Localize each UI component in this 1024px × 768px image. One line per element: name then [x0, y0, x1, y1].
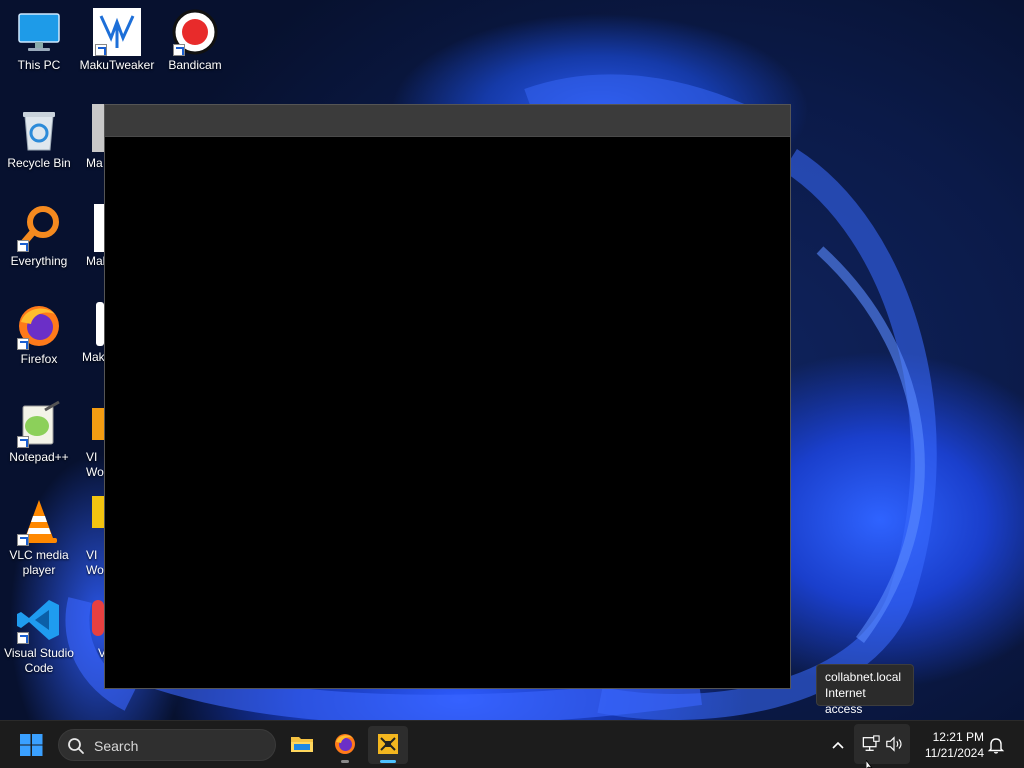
desktop-icon-this-pc[interactable]: This PC [1, 8, 77, 73]
desktop-icon-label: VLC media player [9, 548, 69, 577]
app-icon [92, 104, 104, 152]
desktop-icon-label: Mal [86, 254, 104, 268]
active-app-indicator [380, 760, 396, 763]
vmware-icon [378, 734, 398, 754]
desktop-icon-partial[interactable]: Mal [86, 204, 104, 274]
taskbar-clock[interactable]: 12:21 PM 11/21/2024 [914, 729, 984, 761]
desktop-icon-label: This PC [17, 58, 61, 72]
desktop-icon-label: Firefox [20, 352, 58, 366]
firefox-icon [15, 302, 63, 350]
bell-icon [987, 738, 1005, 754]
shortcut-arrow-icon [173, 44, 185, 56]
desktop-icon-firefox[interactable]: Firefox [1, 302, 77, 367]
taskbar-app-file-explorer[interactable] [282, 726, 322, 764]
app-icon [94, 204, 104, 252]
desktop-icon-label: Visual Studio Code [4, 646, 74, 675]
windows-logo-icon [20, 734, 43, 756]
app-icon [92, 600, 104, 636]
desktop-icon-vlc[interactable]: VLC media player [1, 498, 77, 578]
mouse-cursor-icon [866, 760, 873, 768]
network-ethernet-icon [862, 735, 880, 751]
shortcut-arrow-icon [17, 338, 29, 350]
firefox-icon [335, 734, 355, 754]
desktop-icon-label: Bandicam [168, 58, 222, 72]
shortcut-arrow-icon [17, 240, 29, 252]
desktop-icon-vscode[interactable]: Visual Studio Code [1, 596, 77, 676]
vlc-cone-icon [15, 498, 63, 546]
shortcut-arrow-icon [17, 632, 29, 644]
app-icon [92, 408, 104, 440]
desktop-icon-makutweaker[interactable]: MakuTweaker [79, 8, 155, 73]
desktop-icon-recycle-bin[interactable]: Recycle Bin [1, 106, 77, 171]
taskbar-app-vmware[interactable] [368, 726, 408, 764]
vscode-icon [15, 596, 63, 644]
makutweaker-logo-icon [93, 8, 141, 56]
clock-time: 12:21 PM [932, 730, 984, 744]
desktop-icon-label: Wo [86, 563, 104, 577]
desktop-icon-notepad-plus-plus[interactable]: Notepad++ [1, 400, 77, 465]
running-indicator [341, 760, 349, 763]
taskbar-app-firefox[interactable] [325, 726, 365, 764]
desktop-icon-label: Mak [82, 350, 104, 364]
desktop-icon-label: Recycle Bin [7, 156, 71, 170]
recycle-bin-icon [15, 106, 63, 154]
clock-date: 11/21/2024 [924, 746, 984, 760]
desktop-icon-label: VI [86, 450, 98, 464]
desktop-icon-partial[interactable]: Ma [86, 104, 104, 174]
desktop-icon-bandicam[interactable]: Bandicam [157, 8, 233, 73]
folder-icon [291, 737, 313, 752]
magnifier-icon [15, 204, 63, 252]
chevron-up-icon [832, 741, 844, 749]
search-label: Search [94, 738, 139, 754]
search-icon [68, 738, 84, 754]
shortcut-arrow-icon [95, 44, 107, 56]
app-window[interactable] [104, 104, 791, 689]
app-icon [92, 496, 104, 528]
tooltip-network-status: Internet access [825, 686, 866, 716]
desktop-icon-partial[interactable]: V [86, 600, 104, 664]
window-titlebar[interactable] [105, 105, 790, 137]
shortcut-arrow-icon [17, 534, 29, 546]
start-button[interactable] [12, 729, 52, 761]
tray-network-volume-button[interactable] [854, 724, 910, 764]
monitor-icon [15, 8, 63, 56]
desktop-icon-label: MakuTweaker [79, 58, 155, 72]
notifications-button[interactable] [986, 735, 1006, 755]
desktop-icon-everything[interactable]: Everything [1, 204, 77, 269]
desktop-icon-partial[interactable]: Mak [82, 302, 104, 372]
window-content[interactable] [105, 137, 790, 688]
desktop-icon-partial[interactable]: VI Wo [86, 496, 104, 580]
network-tooltip: collabnet.local Internet access [816, 664, 914, 716]
app-icon [96, 302, 104, 346]
bandicam-record-icon [171, 8, 219, 56]
desktop-icon-partial[interactable]: VI Wo [86, 408, 104, 482]
taskbar-search-box[interactable]: Search [58, 729, 276, 761]
shortcut-arrow-icon [17, 436, 29, 448]
desktop-icon-label: Everything [10, 254, 68, 268]
notepad-plus-plus-icon [15, 400, 63, 448]
desktop-icon-label: Wo [86, 465, 104, 479]
desktop-icon-label: Ma [86, 156, 103, 170]
desktop-icon-label: Notepad++ [9, 450, 69, 464]
volume-icon [886, 736, 902, 752]
tooltip-network-name: collabnet.local [825, 670, 902, 684]
desktop-icon-label: VI [86, 548, 98, 562]
show-hidden-icons-button[interactable] [828, 735, 848, 755]
